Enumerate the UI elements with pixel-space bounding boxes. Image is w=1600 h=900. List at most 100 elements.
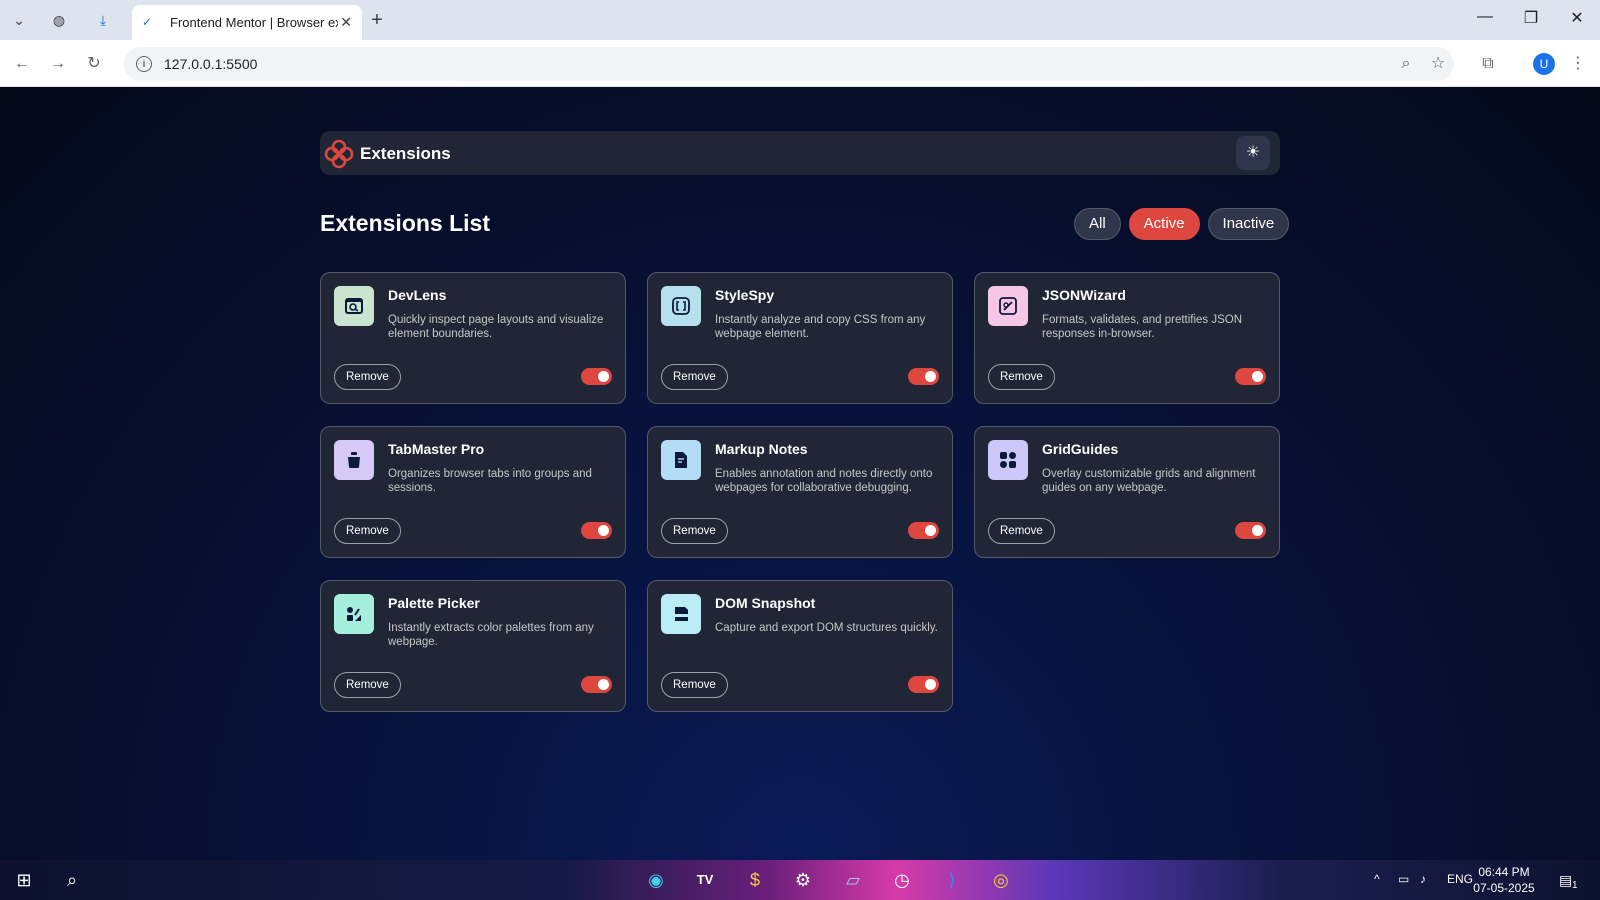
reload-icon[interactable]: ↻ <box>82 52 106 76</box>
page-title: Extensions List <box>320 210 490 236</box>
remove-button[interactable]: Remove <box>661 672 728 698</box>
extension-description: Enables annotation and notes directly on… <box>715 468 933 494</box>
chrome-icon[interactable]: ◎ <box>989 868 1013 892</box>
tabmaster-icon <box>334 440 374 480</box>
toggle-knob <box>1252 525 1263 536</box>
zoom-icon[interactable]: ⌕ <box>1394 52 1418 76</box>
extensions-puzzle-icon[interactable]: ⧉ <box>1476 52 1500 76</box>
page: Extensions ☀ Extensions List All Active … <box>0 87 1600 860</box>
extension-card: JSONWizard Formats, validates, and prett… <box>974 272 1280 404</box>
extension-card: TabMaster Pro Organizes browser tabs int… <box>320 426 626 558</box>
bookmark-star-icon[interactable]: ☆ <box>1426 52 1450 76</box>
remove-button[interactable]: Remove <box>988 518 1055 544</box>
new-tab-button[interactable]: + <box>364 7 390 33</box>
filter-inactive-button[interactable]: Inactive <box>1207 208 1290 240</box>
system-clock[interactable]: 06:44 PM 07-05-2025 <box>1470 864 1538 896</box>
remove-button[interactable]: Remove <box>334 518 401 544</box>
filter-active-button[interactable]: Active <box>1128 208 1200 240</box>
extension-description: Capture and export DOM structures quickl… <box>715 622 938 634</box>
extension-name: Palette Picker <box>388 595 480 611</box>
restore-icon[interactable]: ❐ <box>1511 8 1551 28</box>
extension-description: Organizes browser tabs into groups and s… <box>388 468 592 494</box>
theme-toggle-sun-icon[interactable]: ☀ <box>1236 136 1270 170</box>
search-icon[interactable]: ⌕ <box>60 868 84 892</box>
extension-name: TabMaster Pro <box>388 441 485 457</box>
profile-avatar[interactable]: U <box>1533 53 1555 75</box>
remove-button[interactable]: Remove <box>334 672 401 698</box>
remove-button[interactable]: Remove <box>661 364 728 390</box>
toggle-knob <box>598 371 609 382</box>
tab-search-chevron-icon[interactable]: ⌄ <box>6 7 32 33</box>
money-app-icon[interactable]: $ <box>743 868 767 892</box>
vscode-icon[interactable]: ⟩ <box>940 868 964 892</box>
extensions-logo-icon <box>324 139 354 169</box>
globe-tab-icon[interactable]: ◍ <box>46 7 72 33</box>
remove-button[interactable]: Remove <box>661 518 728 544</box>
extension-card: Palette Picker Instantly extracts color … <box>320 580 626 712</box>
settings-gear-icon[interactable]: ⚙ <box>791 868 815 892</box>
enable-toggle[interactable] <box>908 368 939 385</box>
extension-name: Markup Notes <box>715 441 808 457</box>
browser-menu-icon[interactable]: ⋮ <box>1566 52 1590 76</box>
url-text[interactable]: 127.0.0.1:5500 <box>164 56 257 72</box>
windows-start-icon[interactable]: ⊞ <box>12 868 36 892</box>
browser-tab-bar: ⌄ ◍ ⤓ ✓ Frontend Mentor | Browser exte ✕… <box>0 0 1600 40</box>
filter-all-button[interactable]: All <box>1074 208 1121 240</box>
clock-date: 07-05-2025 <box>1473 881 1535 895</box>
dom-snapshot-icon <box>661 594 701 634</box>
address-bar-row: ← → ↻ i 127.0.0.1:5500 ⌕ ☆ ⧉ U ⋮ <box>0 40 1600 87</box>
filter-group: All Active Inactive <box>1074 208 1290 240</box>
notification-icon[interactable]: ▤ <box>1559 872 1572 889</box>
remove-button[interactable]: Remove <box>988 364 1055 390</box>
tab-title: Frontend Mentor | Browser exte <box>170 15 338 30</box>
minimize-icon[interactable]: — <box>1465 8 1505 26</box>
toggle-knob <box>925 371 936 382</box>
extension-card: StyleSpy Instantly analyze and copy CSS … <box>647 272 953 404</box>
extension-card: Markup Notes Enables annotation and note… <box>647 426 953 558</box>
toggle-knob <box>598 525 609 536</box>
extension-description: Overlay customizable grids and alignment… <box>1042 468 1256 494</box>
extension-description: Formats, validates, and prettifies JSON … <box>1042 314 1243 340</box>
store-app-icon[interactable]: ▱ <box>841 868 865 892</box>
app-header: Extensions ☀ <box>320 131 1280 175</box>
enable-toggle[interactable] <box>581 522 612 539</box>
clock-app-icon[interactable]: ◷ <box>890 868 914 892</box>
close-window-icon[interactable]: ✕ <box>1557 8 1597 28</box>
enable-toggle[interactable] <box>908 676 939 693</box>
enable-toggle[interactable] <box>1235 368 1266 385</box>
extension-name: JSONWizard <box>1042 287 1126 303</box>
extension-card: DevLens Quickly inspect page layouts and… <box>320 272 626 404</box>
forward-arrow-icon[interactable]: → <box>46 52 70 76</box>
devlens-icon <box>334 286 374 326</box>
close-tab-icon[interactable]: ✕ <box>340 14 352 31</box>
toggle-knob <box>1252 371 1263 382</box>
edge-browser-icon[interactable]: ◉ <box>644 868 668 892</box>
os-taskbar: ⊞ ⌕ ◉ TV $ ⚙ ▱ ◷ ⟩ ◎ ^ ▭ ♪ ENG 06:44 PM … <box>0 860 1600 900</box>
download-tab-icon[interactable]: ⤓ <box>90 7 116 33</box>
extension-description: Instantly analyze and copy CSS from any … <box>715 314 926 340</box>
extension-name: GridGuides <box>1042 441 1119 457</box>
remove-button[interactable]: Remove <box>334 364 401 390</box>
stylespy-icon <box>661 286 701 326</box>
notification-count: 1 <box>1572 880 1578 891</box>
extension-name: DevLens <box>388 287 447 303</box>
enable-toggle[interactable] <box>908 522 939 539</box>
omnibox[interactable]: i 127.0.0.1:5500 <box>124 47 1454 81</box>
enable-toggle[interactable] <box>581 368 612 385</box>
back-arrow-icon[interactable]: ← <box>10 52 34 76</box>
toggle-knob <box>925 679 936 690</box>
brand-name: Extensions <box>360 144 451 163</box>
extension-description: Quickly inspect page layouts and visuali… <box>388 314 604 340</box>
extension-description: Instantly extracts color palettes from a… <box>388 622 594 648</box>
network-icon[interactable]: ▭ <box>1398 872 1409 886</box>
jsonwizard-icon <box>988 286 1028 326</box>
active-tab[interactable]: ✓ Frontend Mentor | Browser exte ✕ <box>132 5 362 40</box>
toggle-knob <box>925 525 936 536</box>
tradingview-icon[interactable]: TV <box>693 868 717 892</box>
volume-icon[interactable]: ♪ <box>1420 872 1426 886</box>
palette-picker-icon <box>334 594 374 634</box>
site-info-icon[interactable]: i <box>136 56 152 72</box>
tray-overflow-chevron-icon[interactable]: ^ <box>1374 872 1380 886</box>
enable-toggle[interactable] <box>1235 522 1266 539</box>
enable-toggle[interactable] <box>581 676 612 693</box>
